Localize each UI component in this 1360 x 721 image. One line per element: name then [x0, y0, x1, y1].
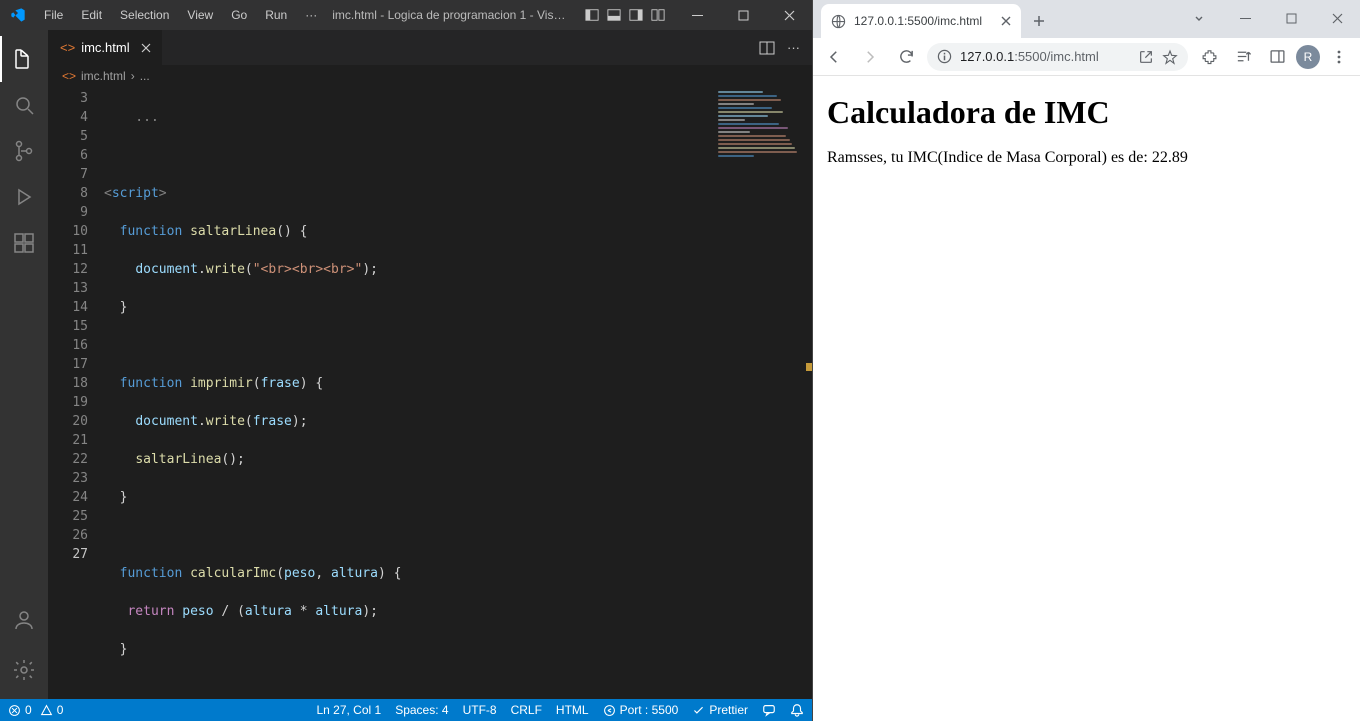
split-editor-icon[interactable] [759, 40, 775, 56]
new-tab-button[interactable] [1025, 7, 1053, 35]
menu-edit[interactable]: Edit [72, 8, 111, 22]
overview-ruler [806, 87, 812, 699]
share-icon[interactable] [1138, 49, 1154, 65]
line-gutter: 3456789101112131415161718192021222324252… [48, 87, 104, 699]
panel-right-icon[interactable] [626, 5, 646, 25]
menu-selection[interactable]: Selection [111, 8, 178, 22]
browser-toolbar: 127.0.0.1:5500/imc.html R [813, 38, 1360, 76]
explorer-icon[interactable] [0, 36, 48, 82]
bookmark-icon[interactable] [1162, 49, 1178, 65]
tab-close-icon[interactable] [140, 42, 152, 54]
url-text: 127.0.0.1:5500/imc.html [960, 49, 1099, 64]
status-encoding[interactable]: UTF-8 [463, 703, 497, 717]
chevron-down-icon[interactable] [1176, 2, 1222, 34]
menu-bar: File Edit Selection View Go Run ··· [35, 8, 326, 22]
menu-file[interactable]: File [35, 8, 72, 22]
window-controls [674, 0, 812, 30]
titlebar: File Edit Selection View Go Run ··· imc.… [0, 0, 812, 30]
chevron-right-icon: › [131, 69, 135, 83]
browser-titlebar: 127.0.0.1:5500/imc.html [813, 0, 1360, 38]
status-bar: 0 0 Ln 27, Col 1 Spaces: 4 UTF-8 CRLF HT… [0, 699, 812, 721]
status-live-server[interactable]: Port : 5500 [603, 703, 679, 717]
menu-go[interactable]: Go [222, 8, 256, 22]
layout-custom-icon[interactable] [648, 5, 668, 25]
maximize-button[interactable] [720, 0, 766, 30]
browser-minimize-button[interactable] [1222, 2, 1268, 34]
chrome-window: 127.0.0.1:5500/imc.html 127.0.0.1:5500/i… [812, 0, 1360, 721]
menu-run[interactable]: Run [256, 8, 296, 22]
profile-avatar[interactable]: R [1296, 45, 1320, 69]
close-button[interactable] [766, 0, 812, 30]
html-file-icon: <> [60, 40, 75, 55]
vscode-logo-icon [0, 7, 35, 23]
tab-actions: ··· [759, 40, 812, 56]
reload-button[interactable] [891, 42, 921, 72]
code-content[interactable]: ... <script> function saltarLinea() { do… [104, 87, 812, 699]
forward-button[interactable] [855, 42, 885, 72]
tabs-row: <> imc.html ··· [48, 30, 812, 65]
breadcrumb-more: ... [140, 69, 150, 83]
menu-more[interactable]: ··· [296, 8, 326, 22]
extensions-icon[interactable] [0, 220, 48, 266]
status-spaces[interactable]: Spaces: 4 [395, 703, 448, 717]
html-file-icon: <> [62, 69, 76, 83]
status-language[interactable]: HTML [556, 703, 589, 717]
editor-tab[interactable]: <> imc.html [48, 30, 162, 65]
browser-maximize-button[interactable] [1268, 2, 1314, 34]
site-info-icon[interactable] [937, 49, 952, 64]
status-feedback-icon[interactable] [762, 703, 776, 717]
status-prettier[interactable]: Prettier [692, 703, 748, 717]
side-panel-icon[interactable] [1262, 42, 1292, 72]
window-title: imc.html - Logica de programacion 1 - Vi… [326, 8, 576, 22]
menu-view[interactable]: View [178, 8, 222, 22]
back-button[interactable] [819, 42, 849, 72]
browser-close-button[interactable] [1314, 2, 1360, 34]
run-debug-icon[interactable] [0, 174, 48, 220]
layout-controls [576, 5, 674, 25]
editor-area: <> imc.html ··· <> imc.html › ... [48, 30, 812, 699]
rendered-page: Calculadora de IMC Ramsses, tu IMC(Indic… [813, 76, 1360, 721]
code-editor[interactable]: 3456789101112131415161718192021222324252… [48, 87, 812, 699]
main-area: <> imc.html ··· <> imc.html › ... [0, 30, 812, 699]
browser-tab-title: 127.0.0.1:5500/imc.html [854, 14, 982, 28]
reading-list-icon[interactable] [1228, 42, 1258, 72]
tab-close-icon[interactable] [1001, 16, 1011, 26]
vscode-window: File Edit Selection View Go Run ··· imc.… [0, 0, 812, 721]
search-icon[interactable] [0, 82, 48, 128]
status-cursor[interactable]: Ln 27, Col 1 [316, 703, 381, 717]
accounts-icon[interactable] [0, 597, 48, 643]
status-errors[interactable]: 0 0 [8, 703, 63, 717]
status-bell-icon[interactable] [790, 703, 804, 717]
minimize-button[interactable] [674, 0, 720, 30]
extensions-icon[interactable] [1194, 42, 1224, 72]
address-bar[interactable]: 127.0.0.1:5500/imc.html [927, 43, 1188, 71]
globe-icon [831, 14, 846, 29]
breadcrumb-file: imc.html [81, 69, 126, 83]
browser-window-controls [1176, 2, 1360, 34]
activity-bar [0, 30, 48, 699]
tab-filename: imc.html [81, 40, 129, 55]
page-heading: Calculadora de IMC [827, 94, 1346, 131]
settings-gear-icon[interactable] [0, 647, 48, 693]
more-actions-icon[interactable]: ··· [787, 40, 800, 56]
breadcrumbs[interactable]: <> imc.html › ... [48, 65, 812, 87]
browser-tab[interactable]: 127.0.0.1:5500/imc.html [821, 4, 1021, 38]
page-result-text: Ramsses, tu IMC(Indice de Masa Corporal)… [827, 149, 1346, 167]
source-control-icon[interactable] [0, 128, 48, 174]
chrome-menu-icon[interactable] [1324, 42, 1354, 72]
panel-bottom-icon[interactable] [604, 5, 624, 25]
panel-left-icon[interactable] [582, 5, 602, 25]
status-eol[interactable]: CRLF [511, 703, 542, 717]
